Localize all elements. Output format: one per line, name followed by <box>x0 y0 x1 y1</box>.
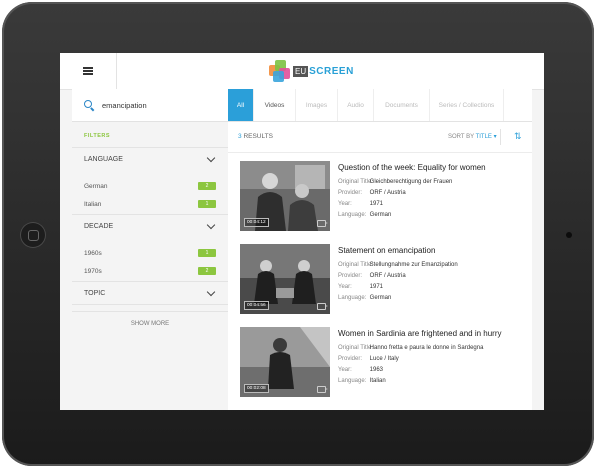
meta-original-title: Original Title: Hanno fretta e paura le … <box>338 345 484 351</box>
menu-button[interactable] <box>60 53 117 89</box>
meta-year: Year: 1971 <box>338 201 384 207</box>
meta-provider: Provider: Luce / Italy <box>338 356 399 362</box>
facet-item-label: 1960s <box>84 249 102 257</box>
sort-dropdown[interactable]: SORT BY TITLE ▾ <box>448 133 497 140</box>
video-thumbnail[interactable]: 00:02:08 <box>240 327 330 397</box>
results-count-number: 3 <box>238 133 242 140</box>
result-title[interactable]: Women in Sardinia are frightened and in … <box>338 329 528 338</box>
result-item[interactable]: 00:04:12 Question of the week: Equality … <box>240 161 530 231</box>
facet-item-label: German <box>84 182 108 190</box>
top-bar: EU SCREEN <box>60 53 544 90</box>
tab-all[interactable]: All <box>228 89 254 121</box>
tab-series-collections[interactable]: Series / Collections <box>430 89 504 121</box>
facet-language-label: LANGUAGE <box>84 156 123 163</box>
facet-decade-label: DECADE <box>84 223 114 230</box>
tab-documents[interactable]: Documents <box>374 89 430 121</box>
tab-audio[interactable]: Audio <box>338 89 374 121</box>
app-screen: EU SCREEN emancipation FILTERS LANGUAGE … <box>60 53 544 410</box>
search-bar[interactable]: emancipation <box>72 89 228 122</box>
meta-language: Language: German <box>338 295 392 301</box>
filters-title: FILTERS <box>84 133 111 139</box>
duration-label: 00:04:12 <box>244 218 269 227</box>
results-count-label: RESULTS <box>243 133 273 140</box>
sort-value: TITLE <box>475 134 492 140</box>
facet-item-1960s[interactable]: 1960s 1 <box>72 244 228 262</box>
meta-original-title: Original Title: Gleichberechtigung der F… <box>338 179 453 185</box>
facet-item-label: 1970s <box>84 267 102 275</box>
logo-mark-icon <box>269 60 291 82</box>
facet-item-german[interactable]: German 2 <box>72 177 228 195</box>
search-input[interactable]: emancipation <box>102 101 147 110</box>
tab-images[interactable]: Images <box>296 89 338 121</box>
video-thumbnail[interactable]: 00:04:12 <box>240 161 330 231</box>
chevron-down-icon <box>206 153 216 163</box>
results-toolbar: 3 RESULTS SORT BY TITLE ▾ ⇅ <box>228 122 532 153</box>
show-more-button[interactable]: SHOW MORE <box>72 311 228 336</box>
chevron-down-icon <box>206 220 216 230</box>
facet-item-label: Italian <box>84 200 102 208</box>
result-item[interactable]: 00:02:08 Women in Sardinia are frightene… <box>240 327 530 397</box>
filter-sidebar: emancipation FILTERS LANGUAGE German 2 I… <box>72 89 228 410</box>
video-icon <box>317 386 328 393</box>
duration-label: 00:02:08 <box>244 384 269 393</box>
facet-item-1970s[interactable]: 1970s 2 <box>72 262 228 280</box>
result-title[interactable]: Statement on emancipation <box>338 246 528 255</box>
count-badge: 1 <box>198 249 216 257</box>
meta-year: Year: 1971 <box>338 284 384 290</box>
results-panel: All Videos Images Audio Documents Series… <box>228 89 532 410</box>
facet-topic-label: TOPIC <box>84 289 106 297</box>
facet-decade: DECADE 1960s 1 1970s 2 <box>72 214 228 280</box>
meta-original-title: Original Title: Stellungnahme zur Emanzi… <box>338 262 458 268</box>
result-info: Statement on emancipation Original Title… <box>338 246 528 304</box>
results-count: 3 RESULTS <box>238 133 273 140</box>
divider <box>500 129 501 145</box>
video-thumbnail[interactable]: 00:04:56 <box>240 244 330 314</box>
meta-provider: Provider: ORF / Austria <box>338 273 406 279</box>
sort-order-icon[interactable]: ⇅ <box>514 131 522 142</box>
result-title[interactable]: Question of the week: Equality for women <box>338 163 528 172</box>
facet-topic-header[interactable]: TOPIC <box>72 281 228 305</box>
count-badge: 1 <box>198 200 216 208</box>
result-item[interactable]: 00:04:56 Statement on emancipation Origi… <box>240 244 530 314</box>
media-tabs: All Videos Images Audio Documents Series… <box>228 89 532 122</box>
euscreen-logo[interactable]: EU SCREEN <box>269 59 354 83</box>
meta-language: Language: German <box>338 212 392 218</box>
tablet-frame: EU SCREEN emancipation FILTERS LANGUAGE … <box>2 2 594 466</box>
result-info: Women in Sardinia are frightened and in … <box>338 329 528 387</box>
video-icon <box>317 220 328 227</box>
logo-text: SCREEN <box>309 65 354 77</box>
meta-year: Year: 1963 <box>338 367 384 373</box>
sort-label: SORT BY <box>448 134 475 140</box>
hamburger-icon <box>83 67 93 75</box>
video-icon <box>317 303 328 310</box>
camera-icon <box>566 232 572 238</box>
facet-language-header[interactable]: LANGUAGE <box>72 147 228 171</box>
home-button[interactable] <box>20 222 46 248</box>
result-info: Question of the week: Equality for women… <box>338 163 528 221</box>
meta-language: Language: Italian <box>338 378 386 384</box>
facet-decade-header[interactable]: DECADE <box>72 214 228 238</box>
search-icon <box>84 100 94 110</box>
tab-videos[interactable]: Videos <box>254 89 296 121</box>
caret-down-icon: ▾ <box>493 134 497 140</box>
count-badge: 2 <box>198 182 216 190</box>
logo-prefix: EU <box>293 65 309 77</box>
duration-label: 00:04:56 <box>244 301 269 310</box>
facet-topic: TOPIC <box>72 281 228 305</box>
meta-provider: Provider: ORF / Austria <box>338 190 406 196</box>
chevron-down-icon <box>206 287 216 296</box>
facet-item-italian[interactable]: Italian 1 <box>72 195 228 213</box>
count-badge: 2 <box>198 267 216 275</box>
facet-language: LANGUAGE German 2 Italian 1 <box>72 147 228 213</box>
